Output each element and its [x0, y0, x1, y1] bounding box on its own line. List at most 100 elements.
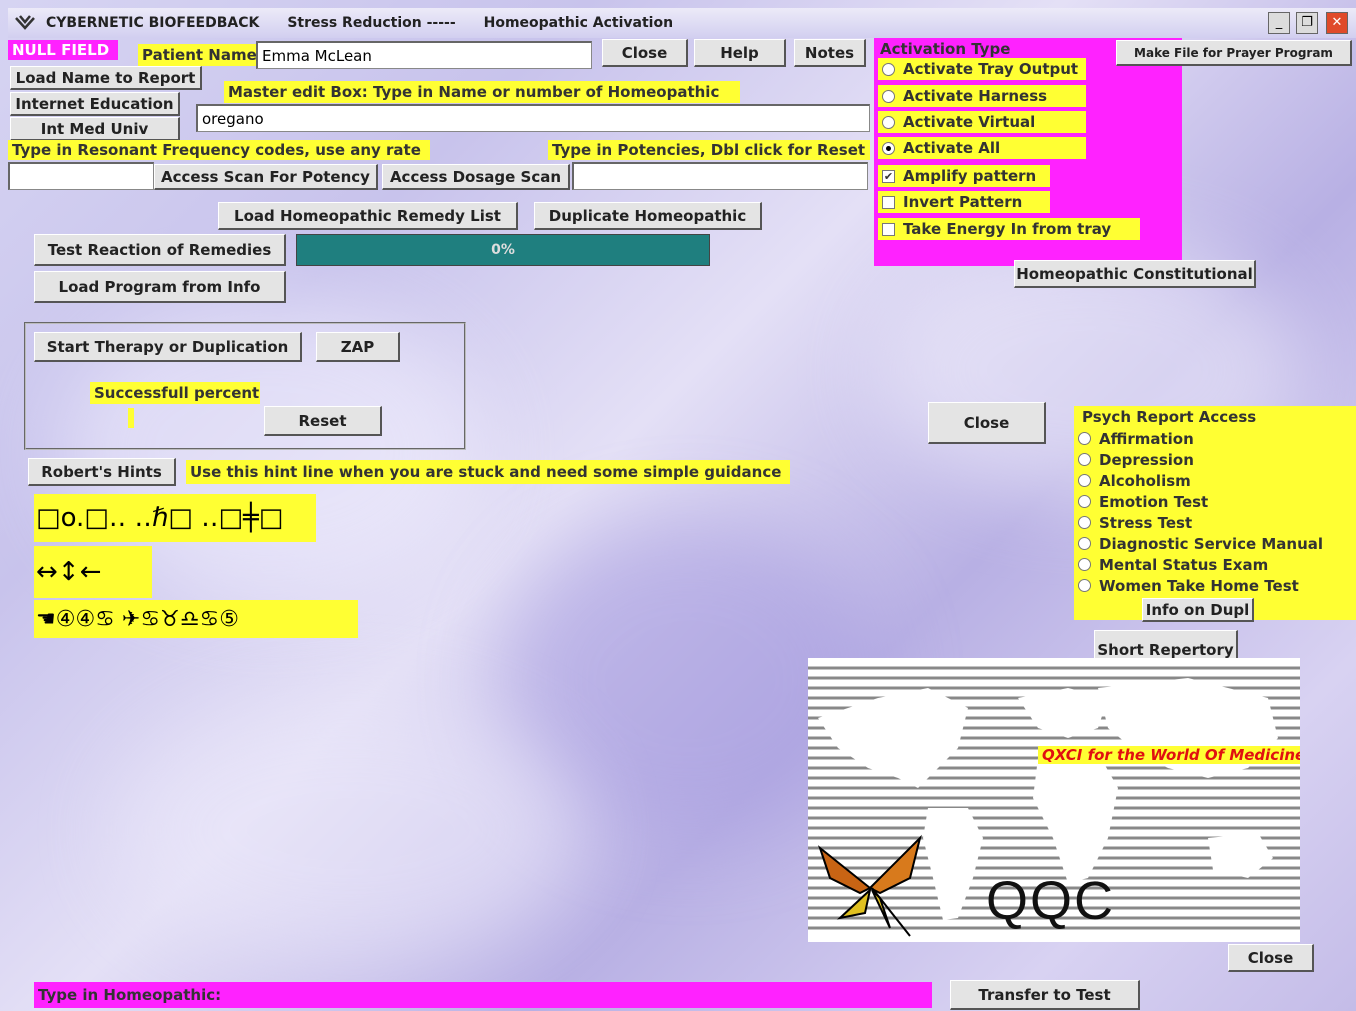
psych-radio[interactable]	[1078, 537, 1091, 550]
psych-report-panel: Psych Report Access Affirmation Depressio…	[1074, 406, 1356, 620]
psych-radio[interactable]	[1078, 474, 1091, 487]
homeopathic-input-label: Type in Homeopathic:	[38, 986, 222, 1004]
psych-option[interactable]: Emotion Test	[1074, 491, 1356, 512]
patient-name-label: Patient Name	[138, 44, 257, 66]
psych-option-label: Diagnostic Service Manual	[1099, 534, 1324, 553]
progress-text: 0%	[491, 242, 515, 258]
make-file-prayer-button[interactable]: Make File for Prayer Program	[1116, 40, 1352, 66]
psych-option-label: Depression	[1099, 450, 1194, 469]
null-field-label: NULL FIELD	[8, 40, 118, 60]
screen-title: Homeopathic Activation	[483, 15, 674, 31]
section-title: Stress Reduction -----	[287, 15, 456, 31]
symbol-row-3: ☚④④♋ ✈♋♉♎♋⑤	[34, 600, 358, 638]
psych-option[interactable]: Diagnostic Service Manual	[1074, 533, 1356, 554]
activate-all-option[interactable]: Activate All	[878, 137, 1086, 159]
psych-option[interactable]: Mental Status Exam	[1074, 554, 1356, 575]
radio-harness[interactable]	[882, 89, 895, 103]
psych-report-title: Psych Report Access	[1082, 408, 1257, 426]
master-edit-label: Master edit Box: Type in Name or number …	[224, 81, 740, 103]
activate-all-label: Activate All	[903, 139, 1001, 157]
symbol-row-1: □o.□‥ ‥ℏ□ ‥□╪□	[34, 494, 316, 542]
psych-radio[interactable]	[1078, 516, 1091, 529]
qqc-tagline: QXCI for the World Of Medicine	[1038, 746, 1300, 764]
homeopathic-input-bar[interactable]: Type in Homeopathic:	[34, 982, 932, 1008]
amplify-label: Amplify pattern	[903, 167, 1037, 185]
title-bar: CYBERNETIC BIOFEEDBACK Stress Reduction …	[8, 8, 1356, 38]
minimize-button[interactable]: _	[1268, 12, 1290, 34]
psych-option[interactable]: Affirmation	[1074, 428, 1356, 449]
psych-option-label: Alcoholism	[1099, 471, 1191, 490]
load-remedy-list-button[interactable]: Load Homeopathic Remedy List	[218, 202, 518, 230]
start-therapy-button[interactable]: Start Therapy or Duplication	[34, 332, 302, 362]
info-on-dupl-button[interactable]: Info on Dupl	[1142, 598, 1254, 622]
psych-option-label: Mental Status Exam	[1099, 555, 1269, 574]
potencies-input[interactable]	[572, 162, 868, 190]
psych-radio[interactable]	[1078, 453, 1091, 466]
psych-radio[interactable]	[1078, 495, 1091, 508]
amplify-checkbox[interactable]: ✔	[882, 169, 895, 183]
qqc-logo-panel: QXCI for the World Of Medicine QQC	[808, 658, 1300, 942]
amplify-pattern-option[interactable]: ✔ Amplify pattern	[878, 165, 1050, 187]
activate-harness-label: Activate Harness	[903, 87, 1048, 105]
close-window-button[interactable]: ✕	[1326, 12, 1348, 34]
psych-radio[interactable]	[1078, 558, 1091, 571]
close-button-mid[interactable]: Close	[928, 402, 1046, 444]
homeopathic-constitutional-button[interactable]: Homeopathic Constitutional	[1014, 260, 1256, 288]
background-cloud	[120, 700, 580, 960]
resonant-frequency-label: Type in Resonant Frequency codes, use an…	[8, 140, 430, 160]
success-percent-label: Successfull percent	[90, 382, 260, 404]
roberts-hints-button[interactable]: Robert's Hints	[28, 458, 176, 486]
potencies-label: Type in Potencies, Dbl click for Reset	[548, 140, 870, 160]
radio-virtual[interactable]	[882, 115, 895, 129]
activate-tray-output-label: Activate Tray Output	[903, 60, 1079, 78]
psych-radio[interactable]	[1078, 579, 1091, 592]
load-program-button[interactable]: Load Program from Info	[34, 271, 286, 303]
psych-report-list: Affirmation Depression Alcoholism Emotion T…	[1074, 428, 1356, 596]
int-med-univ-button[interactable]: Int Med Univ	[10, 117, 180, 141]
zap-button[interactable]: ZAP	[316, 332, 400, 362]
psych-option-label: Women Take Home Test	[1099, 576, 1299, 595]
radio-activate-all[interactable]	[882, 141, 895, 155]
help-button[interactable]: Help	[694, 39, 786, 67]
activate-harness-option[interactable]: Activate Harness	[878, 85, 1086, 107]
activation-title: Activation Type	[880, 40, 1011, 58]
master-edit-input[interactable]: oregano	[196, 104, 870, 132]
activate-tray-output-option[interactable]: Activate Tray Output	[878, 58, 1086, 80]
activate-virtual-option[interactable]: Activate Virtual	[878, 111, 1086, 133]
resonant-frequency-input[interactable]	[8, 162, 154, 190]
load-name-to-report-button[interactable]: Load Name to Report	[10, 66, 202, 90]
radio-tray-output[interactable]	[882, 62, 895, 76]
psych-option[interactable]: Depression	[1074, 449, 1356, 470]
psych-option-label: Stress Test	[1099, 513, 1193, 532]
close-icon: ✕	[1331, 15, 1343, 30]
access-dosage-scan-button[interactable]: Access Dosage Scan	[382, 164, 570, 190]
psych-option-label: Emotion Test	[1099, 492, 1209, 511]
psych-option[interactable]: Alcoholism	[1074, 470, 1356, 491]
invert-checkbox[interactable]	[882, 195, 895, 209]
close-button-top[interactable]: Close	[602, 39, 688, 67]
duplicate-homeopathic-button[interactable]: Duplicate Homeopathic	[534, 202, 762, 230]
minimize-icon: _	[1275, 15, 1283, 30]
psych-option[interactable]: Stress Test	[1074, 512, 1356, 533]
psych-radio[interactable]	[1078, 432, 1091, 445]
progress-bar: 0%	[296, 234, 710, 266]
patient-name-input[interactable]: Emma McLean	[256, 41, 592, 69]
close-button-bottom[interactable]: Close	[1228, 944, 1314, 972]
hint-line: Use this hint line when you are stuck an…	[186, 460, 790, 484]
transfer-to-test-button[interactable]: Transfer to Test	[950, 980, 1140, 1010]
restore-button[interactable]: ❐	[1296, 12, 1318, 34]
take-energy-option[interactable]: Take Energy In from tray	[878, 218, 1140, 240]
take-energy-label: Take Energy In from tray	[903, 220, 1112, 238]
psych-option-label: Affirmation	[1099, 429, 1194, 448]
psych-option[interactable]: Women Take Home Test	[1074, 575, 1356, 596]
symbol-row-2: ↔↕←	[34, 546, 152, 598]
invert-pattern-option[interactable]: Invert Pattern	[878, 191, 1050, 213]
notes-button[interactable]: Notes	[794, 39, 866, 67]
internet-education-button[interactable]: Internet Education	[10, 92, 180, 116]
test-reaction-button[interactable]: Test Reaction of Remedies	[34, 234, 286, 266]
reset-button[interactable]: Reset	[264, 406, 382, 436]
take-energy-checkbox[interactable]	[882, 222, 895, 236]
access-scan-potency-button[interactable]: Access Scan For Potency	[154, 164, 378, 190]
activate-virtual-label: Activate Virtual	[903, 113, 1036, 131]
app-title: CYBERNETIC BIOFEEDBACK	[46, 15, 260, 31]
